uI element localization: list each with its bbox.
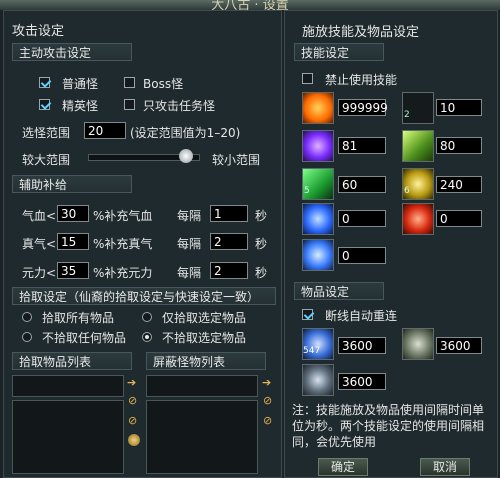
pickup-clear-icon[interactable]: ⊘: [128, 414, 137, 427]
pickup-list[interactable]: [12, 400, 124, 474]
elite-monster-checkbox[interactable]: [39, 99, 50, 110]
not-pick-selected-radio[interactable]: [142, 332, 152, 342]
boss-monster-checkbox[interactable]: [124, 77, 135, 88]
item-1-interval-input[interactable]: 3600: [338, 337, 386, 354]
boss-monster-label: Boss怪: [143, 77, 184, 91]
pickup-scroll-icon[interactable]: [128, 434, 140, 446]
skill-slot-7[interactable]: [302, 203, 334, 235]
disable-skills-label: 禁止使用技能: [325, 73, 398, 87]
mp-every-label: 每隔: [177, 237, 202, 251]
mp-percent-input[interactable]: 15: [57, 233, 89, 250]
skill-item-heading: 施放技能及物品设定: [302, 25, 420, 40]
normal-monster-checkbox[interactable]: [39, 77, 50, 88]
pickup-remove-icon[interactable]: ⊘: [128, 394, 137, 407]
item-3-interval-input[interactable]: 3600: [338, 373, 386, 390]
skill-7-interval-input[interactable]: 0: [338, 210, 386, 227]
pick-selected-label: 仅拾取选定物品: [162, 311, 247, 325]
block-remove-icon[interactable]: ⊘: [263, 394, 272, 407]
block-list-header: 屏蔽怪物列表: [146, 352, 266, 370]
item-slot-3[interactable]: [302, 364, 334, 396]
pickup-list-input[interactable]: [12, 375, 124, 397]
hp-desc: %补充气血: [93, 209, 153, 223]
item-2-interval-input[interactable]: 3600: [436, 337, 482, 354]
power-desc: %补充元力: [93, 266, 153, 280]
hp-every-label: 每隔: [177, 209, 202, 223]
skill-8-interval-input[interactable]: 0: [436, 210, 482, 227]
section-item: 物品设定: [294, 282, 384, 300]
pick-none-radio[interactable]: [22, 332, 32, 342]
skill-slot-3[interactable]: [302, 130, 334, 162]
mp-unit: 秒: [255, 237, 268, 251]
power-every-label: 每隔: [177, 266, 202, 280]
section-pickup: 拾取设定（仙裔的拾取设定与快速设定一致）: [12, 287, 276, 305]
block-list[interactable]: [146, 400, 258, 474]
smaller-range-label: 较小范围: [212, 153, 261, 167]
mp-label: 真气<: [22, 237, 57, 251]
item-1-count: 547: [303, 346, 321, 356]
confirm-button[interactable]: 确定: [318, 458, 368, 476]
range-label: 选怪范围: [22, 126, 71, 140]
task-monster-label: 只攻击任务怪: [143, 99, 216, 113]
hp-label: 气血<: [22, 209, 57, 223]
skill-slot-9[interactable]: [302, 239, 334, 271]
mp-desc: %补充真气: [93, 237, 153, 251]
section-active-attack: 主动攻击设定: [12, 43, 132, 61]
skill-2-interval-input[interactable]: 10: [436, 99, 482, 116]
elite-monster-label: 精英怪: [62, 99, 99, 113]
mp-interval-input[interactable]: 2: [210, 233, 248, 250]
hp-unit: 秒: [255, 209, 268, 223]
skill-3-interval-input[interactable]: 81: [338, 137, 386, 154]
attack-settings-heading: 攻击设定: [12, 24, 65, 39]
pick-all-radio[interactable]: [22, 312, 32, 322]
section-skill: 技能设定: [294, 43, 384, 61]
skill-slot-1[interactable]: [302, 92, 334, 124]
power-interval-input[interactable]: 2: [210, 262, 248, 279]
not-pick-selected-label: 不拾取选定物品: [162, 331, 247, 345]
skill-5-interval-input[interactable]: 60: [338, 176, 386, 193]
skill-5-badge: 5: [304, 186, 310, 196]
skill-6-badge: 6: [404, 186, 410, 196]
skill-4-interval-input[interactable]: 80: [436, 137, 482, 154]
range-slider-handle[interactable]: [179, 149, 193, 163]
hp-percent-input[interactable]: 30: [57, 205, 89, 222]
power-label: 元力<: [22, 266, 57, 280]
pick-none-label: 不拾取任何物品: [42, 331, 127, 345]
larger-range-label: 较大范围: [22, 153, 71, 167]
skill-6-interval-input[interactable]: 240: [436, 176, 482, 193]
range-input[interactable]: 20: [84, 122, 126, 139]
pick-all-label: 拾取所有物品: [42, 311, 115, 325]
block-clear-icon[interactable]: ⊘: [263, 414, 272, 427]
pickup-list-header: 拾取物品列表: [12, 352, 132, 370]
auto-reconnect-checkbox[interactable]: [302, 309, 313, 320]
power-percent-input[interactable]: 35: [57, 262, 89, 279]
skill-9-interval-input[interactable]: 0: [338, 247, 386, 264]
block-add-arrow-icon[interactable]: ➔: [262, 376, 271, 389]
skill-2-badge: 2: [404, 110, 410, 120]
skill-slot-4[interactable]: [402, 130, 434, 162]
normal-monster-label: 普通怪: [62, 77, 99, 91]
skill-1-interval-input[interactable]: 999999: [338, 99, 388, 116]
hp-interval-input[interactable]: 1: [210, 205, 248, 222]
range-hint: (设定范围值为1–20): [130, 126, 241, 140]
usage-note: 注：技能施放及物品使用间隔时间单位为秒。两个技能设定的使用间隔相同，会优先使用: [292, 403, 485, 449]
block-list-input[interactable]: [146, 375, 258, 397]
pickup-add-arrow-icon[interactable]: ➔: [127, 376, 136, 389]
power-unit: 秒: [255, 266, 268, 280]
item-slot-2[interactable]: [402, 328, 434, 360]
disable-skills-checkbox[interactable]: [302, 73, 313, 84]
pick-selected-radio[interactable]: [142, 312, 152, 322]
section-assist: 辅助补给: [12, 175, 132, 193]
task-monster-checkbox[interactable]: [124, 99, 135, 110]
cancel-button[interactable]: 取消: [420, 458, 470, 476]
auto-reconnect-label: 断线自动重连: [325, 309, 398, 323]
skill-slot-8[interactable]: [402, 203, 434, 235]
